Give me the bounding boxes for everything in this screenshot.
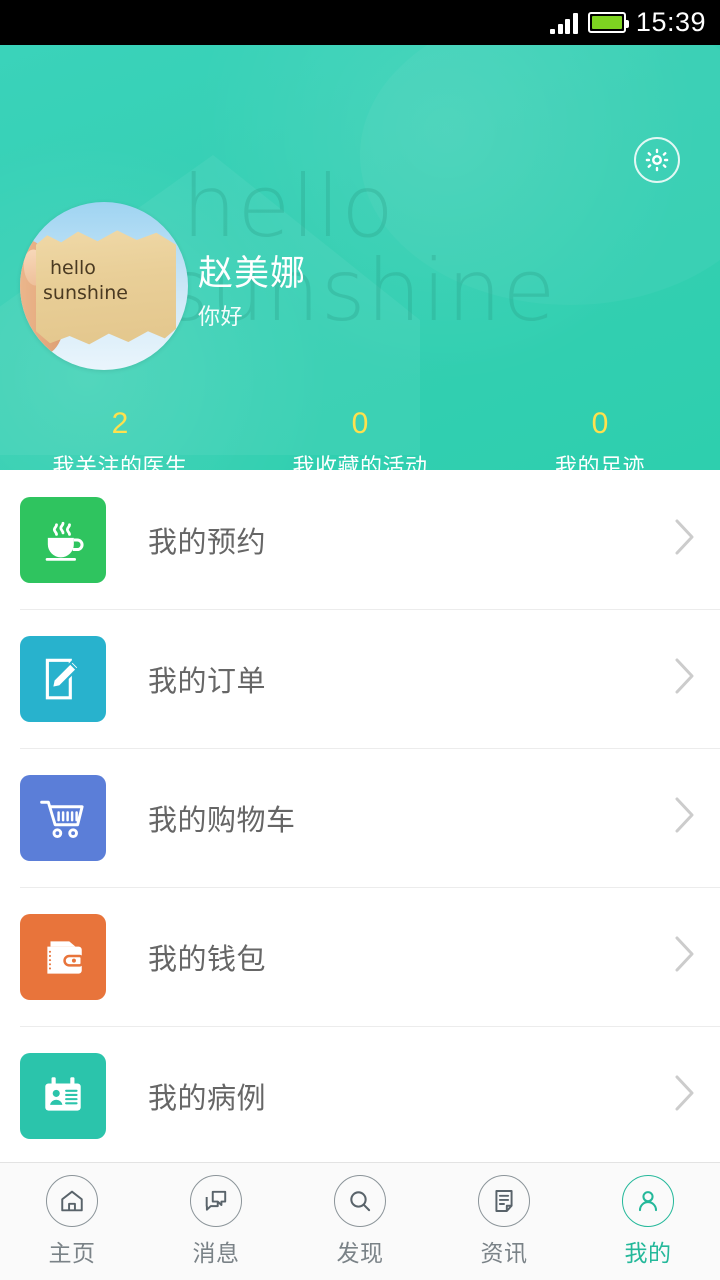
shopping-cart-icon <box>20 774 106 861</box>
chevron-right-icon <box>674 935 696 978</box>
battery-full-icon <box>587 12 629 33</box>
menu-item-cart[interactable]: 我的购物车 <box>0 748 720 887</box>
stat-label: 我收藏的活动 <box>292 454 428 470</box>
tab-messages[interactable]: 消息 <box>144 1175 288 1268</box>
user-name: 赵美娜 <box>198 254 307 293</box>
avatar-caption-line1: hello <box>50 257 96 279</box>
avatar-caption-line2: sunshine <box>43 282 128 305</box>
tab-label: 发现 <box>336 1240 384 1266</box>
status-bar-clock: 15:39 <box>635 7 706 37</box>
profile-screen: 15:39 hello sunshine hello sunshine 赵美娜 … <box>0 0 720 1280</box>
tab-label: 消息 <box>192 1240 240 1266</box>
person-icon <box>622 1175 674 1227</box>
menu-item-label: 我的购物车 <box>148 804 296 837</box>
menu-item-label: 我的钱包 <box>148 943 267 976</box>
id-card-icon <box>20 1052 106 1139</box>
menu-item-medical-records[interactable]: 我的病例 <box>0 1026 720 1165</box>
stat-value: 2 <box>111 407 129 440</box>
header-watermark-line1: hello <box>182 157 395 257</box>
menu-item-wallet[interactable]: 我的钱包 <box>0 887 720 1026</box>
chevron-right-icon <box>674 1074 696 1117</box>
tab-label: 资讯 <box>480 1240 528 1266</box>
settings-button[interactable] <box>634 137 680 183</box>
coffee-cup-icon <box>20 496 106 583</box>
gear-icon <box>645 148 669 172</box>
profile-header: hello sunshine hello sunshine 赵美娜 你好 2 我… <box>0 45 720 470</box>
stat-value: 0 <box>591 407 609 440</box>
wallet-icon <box>20 913 106 1000</box>
tab-news[interactable]: 资讯 <box>432 1175 576 1268</box>
document-icon <box>478 1175 530 1227</box>
stat-value: 0 <box>351 407 369 440</box>
menu-item-orders[interactable]: 我的订单 <box>0 609 720 748</box>
stat-label: 我关注的医生 <box>52 454 188 470</box>
tab-label: 主页 <box>48 1240 96 1266</box>
stats-row: 2 我关注的医生 0 我收藏的活动 0 我的足迹 <box>0 407 720 470</box>
status-bar: 15:39 <box>0 0 720 45</box>
bottom-navigation: 主页 消息 发现 资讯 我的 <box>0 1162 720 1280</box>
avatar[interactable]: hello sunshine <box>20 202 188 370</box>
tab-profile[interactable]: 我的 <box>576 1175 720 1268</box>
chat-bubble-icon <box>190 1175 242 1227</box>
stat-label: 我的足迹 <box>554 454 645 470</box>
avatar-caption: hello sunshine <box>43 256 178 307</box>
stat-followed-doctors[interactable]: 2 我关注的医生 <box>0 407 240 470</box>
tab-label: 我的 <box>624 1240 672 1266</box>
menu-list: 我的预约 我的订单 我的购物车 我的钱包 我的病例 <box>0 470 720 1162</box>
signal-bars-icon <box>550 12 578 34</box>
search-icon <box>334 1175 386 1227</box>
menu-item-label: 我的预约 <box>148 526 267 559</box>
chevron-right-icon <box>674 518 696 561</box>
chevron-right-icon <box>674 796 696 839</box>
home-icon <box>46 1175 98 1227</box>
menu-item-appointments[interactable]: 我的预约 <box>0 470 720 609</box>
tab-discover[interactable]: 发现 <box>288 1175 432 1268</box>
chevron-right-icon <box>674 657 696 700</box>
menu-item-label: 我的订单 <box>148 665 267 698</box>
tab-home[interactable]: 主页 <box>0 1175 144 1268</box>
user-greeting: 你好 <box>198 304 244 329</box>
stat-footprints[interactable]: 0 我的足迹 <box>480 407 720 470</box>
stat-saved-activities[interactable]: 0 我收藏的活动 <box>240 407 480 470</box>
edit-note-icon <box>20 635 106 722</box>
menu-item-label: 我的病例 <box>148 1082 267 1115</box>
